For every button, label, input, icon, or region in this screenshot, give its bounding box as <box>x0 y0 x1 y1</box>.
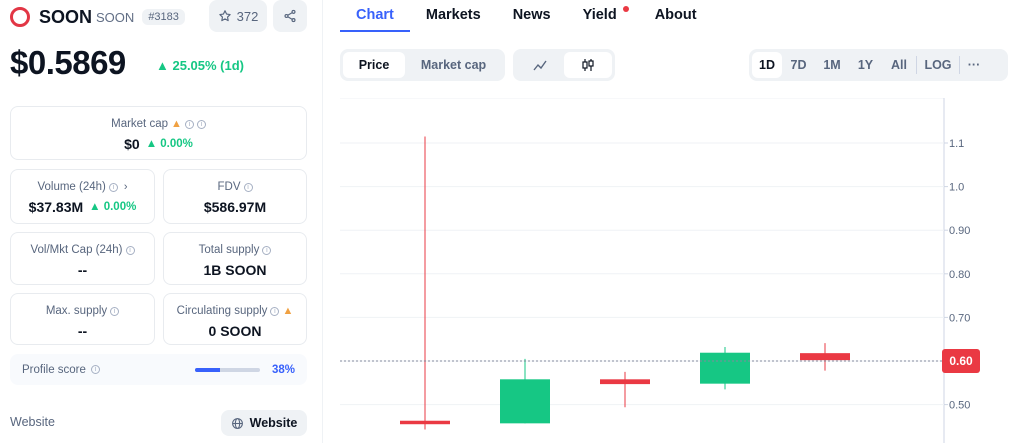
fdv-label: FDV <box>217 181 241 193</box>
info-icon[interactable]: i <box>184 119 194 129</box>
profile-score-value: 38% <box>271 363 295 376</box>
y-tick-label: 0.90 <box>949 225 970 237</box>
metric-toggle: Price Market cap <box>340 49 505 81</box>
y-tick-label: 1.1 <box>949 138 964 150</box>
max-supply-card: Max. supply i -- <box>10 293 155 345</box>
rank-badge: #3183 <box>142 9 185 25</box>
coin-header: SOON SOON #3183 <box>10 4 185 30</box>
circulating-supply-value: 0 SOON <box>208 323 262 339</box>
profile-score-label: Profile score <box>22 363 86 376</box>
fdv-card: FDV i $586.97M <box>163 169 307 224</box>
y-tick-label: 1.0 <box>949 182 964 194</box>
info-icon[interactable]: i <box>262 245 272 255</box>
market-cap-label: Market cap <box>111 118 168 130</box>
more-options-button[interactable]: ··· <box>960 52 988 78</box>
website-button-label: Website <box>249 416 298 430</box>
website-label: Website <box>10 415 55 429</box>
watchlist-count: 372 <box>236 8 259 24</box>
coin-name: SOON <box>39 6 93 27</box>
candle-body <box>400 420 450 425</box>
volume-card: Volume (24h) i › $37.83M ▲ 0.00% <box>10 169 155 224</box>
tab-yield-label: Yield <box>582 7 617 23</box>
total-supply-label: Total supply <box>198 244 260 256</box>
market-cap-toggle[interactable]: Market cap <box>405 52 502 78</box>
current-price-label: 0.60 <box>949 354 973 368</box>
circulating-supply-card: Circulating supply i ▲ 0 SOON <box>163 293 307 345</box>
candle-body <box>600 379 650 385</box>
range-1m[interactable]: 1M <box>815 52 849 78</box>
range-all[interactable]: All <box>882 52 916 78</box>
max-supply-value: -- <box>77 323 88 339</box>
profile-score[interactable]: Profile score i 38% <box>10 354 307 385</box>
tab-about[interactable]: About <box>639 0 713 32</box>
candlestick-icon[interactable] <box>564 52 612 78</box>
info-icon[interactable]: i <box>110 306 120 316</box>
fdv-value: $586.97M <box>203 199 267 215</box>
coin-summary-panel: SOON SOON #3183 372 $0.5869 ▲ 25.05% (1d… <box>0 0 323 443</box>
info-icon[interactable]: i <box>270 306 280 316</box>
profile-score-bar-fill <box>195 368 220 372</box>
tab-chart[interactable]: Chart <box>340 0 410 32</box>
warning-icon[interactable]: ▲ <box>171 118 182 130</box>
star-icon <box>218 10 231 22</box>
market-cap-change: ▲ 0.00% <box>145 138 193 150</box>
line-chart-icon[interactable] <box>516 52 564 78</box>
candle-body <box>700 352 750 384</box>
vol-mkt-cap-card: Vol/Mkt Cap (24h) i -- <box>10 232 155 285</box>
vol-mkt-cap-value: -- <box>77 262 88 278</box>
volume-label: Volume (24h) <box>37 181 106 193</box>
price-toggle[interactable]: Price <box>343 52 405 78</box>
chart-type-toggle <box>513 49 615 81</box>
candle-body <box>500 379 550 424</box>
price-chart[interactable]: 1.11.00.900.800.700.600.500.60 <box>340 97 1010 443</box>
info-icon[interactable]: i <box>90 365 100 374</box>
tab-markets[interactable]: Markets <box>410 0 497 32</box>
info-icon[interactable]: i <box>108 182 118 192</box>
market-cap-card: Market cap ▲ i i $0 ▲ 0.00% <box>10 106 307 160</box>
range-1d[interactable]: 1D <box>752 52 782 78</box>
coin-logo <box>10 7 30 27</box>
share-icon <box>284 9 296 23</box>
y-tick-label: 0.80 <box>949 269 970 281</box>
notification-dot <box>622 6 629 12</box>
vol-mkt-cap-label: Vol/Mkt Cap (24h) <box>30 244 123 256</box>
coin-symbol: SOON <box>96 9 135 25</box>
circulating-supply-label: Circulating supply <box>176 305 268 317</box>
share-button[interactable] <box>273 0 307 32</box>
range-1y[interactable]: 1Y <box>849 52 882 78</box>
chevron-right-icon[interactable]: › <box>124 181 128 193</box>
coin-price: $0.5869 <box>10 44 126 81</box>
price-change: ▲ 25.05% (1d) <box>156 58 245 73</box>
candlestick-chart: 1.11.00.900.800.700.600.500.60 <box>340 97 980 443</box>
globe-icon <box>231 417 243 429</box>
y-tick-label: 0.70 <box>949 312 970 324</box>
volume-value: $37.83M <box>28 199 84 215</box>
total-supply-card: Total supply i 1B SOON <box>163 232 307 285</box>
profile-score-bar <box>195 368 260 372</box>
website-button[interactable]: Website <box>221 410 307 436</box>
market-cap-value: $0 <box>124 136 140 152</box>
time-range-selector: 1D 7D 1M 1Y All LOG ··· <box>749 49 1008 81</box>
range-7d[interactable]: 7D <box>782 52 815 78</box>
info-icon[interactable]: i <box>125 245 135 255</box>
tab-news[interactable]: News <box>497 0 567 32</box>
tab-yield[interactable]: Yield <box>567 0 639 32</box>
max-supply-label: Max. supply <box>45 305 108 317</box>
warning-icon[interactable]: ▲ <box>282 305 293 317</box>
info-icon[interactable]: i <box>196 119 206 129</box>
log-scale-toggle[interactable]: LOG <box>917 52 959 78</box>
candle-body <box>800 353 850 361</box>
volume-change: ▲ 0.00% <box>89 201 137 213</box>
y-tick-label: 0.50 <box>949 400 970 412</box>
info-icon[interactable]: i <box>243 182 253 192</box>
total-supply-value: 1B SOON <box>203 262 267 278</box>
watchlist-button[interactable]: 372 <box>209 0 267 32</box>
main-tabs: Chart Markets News Yield About <box>340 0 713 32</box>
